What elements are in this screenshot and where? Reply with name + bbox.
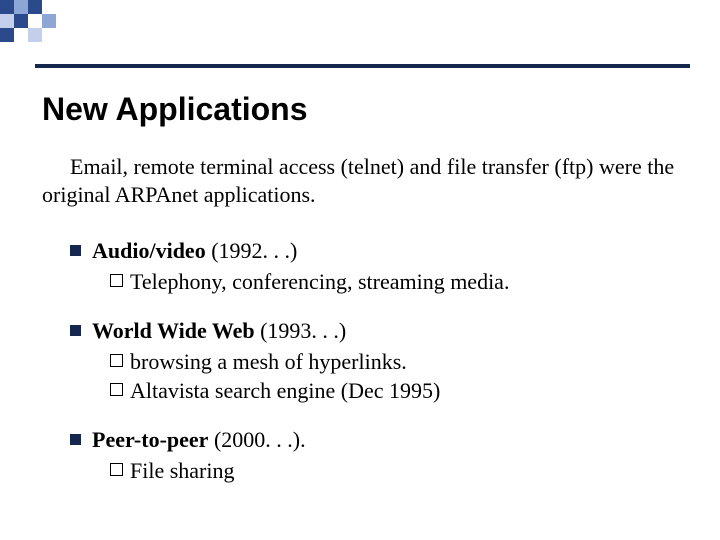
- slide-title: New Applications: [42, 92, 678, 127]
- bullet-heading-rest: (2000. . .).: [208, 427, 305, 452]
- bullet-heading-bold: World Wide Web: [92, 318, 255, 343]
- bullet-heading-bold: Audio/video: [92, 238, 206, 263]
- sub-item: Altavista search engine (Dec 1995): [110, 376, 678, 405]
- sub-list: Telephony, conferencing, streaming media…: [92, 267, 678, 296]
- bullet-item: Peer-to-peer (2000. . .). File sharing: [70, 425, 678, 485]
- intro-text-line: Email, remote terminal access (telnet) a…: [42, 154, 674, 207]
- content-area: New Applications Email, remote terminal …: [42, 92, 678, 505]
- top-border: [35, 64, 690, 68]
- bullet-heading-rest: (1993. . .): [255, 318, 347, 343]
- bullet-list: Audio/video (1992. . .) Telephony, confe…: [42, 236, 678, 485]
- bullet-item: Audio/video (1992. . .) Telephony, confe…: [70, 236, 678, 296]
- bullet-heading-bold: Peer-to-peer: [92, 427, 208, 452]
- sub-item: File sharing: [110, 456, 678, 485]
- bullet-heading-rest: (1992. . .): [206, 238, 298, 263]
- sub-item: browsing a mesh of hyperlinks.: [110, 347, 678, 376]
- bullet-item: World Wide Web (1993. . .) browsing a me…: [70, 316, 678, 405]
- sub-list: File sharing: [92, 456, 678, 485]
- intro-text: Email, remote terminal access (telnet) a…: [42, 153, 678, 208]
- sub-list: browsing a mesh of hyperlinks. Altavista…: [92, 347, 678, 405]
- sub-item: Telephony, conferencing, streaming media…: [110, 267, 678, 296]
- corner-decoration: [0, 0, 130, 45]
- slide: New Applications Email, remote terminal …: [0, 0, 720, 540]
